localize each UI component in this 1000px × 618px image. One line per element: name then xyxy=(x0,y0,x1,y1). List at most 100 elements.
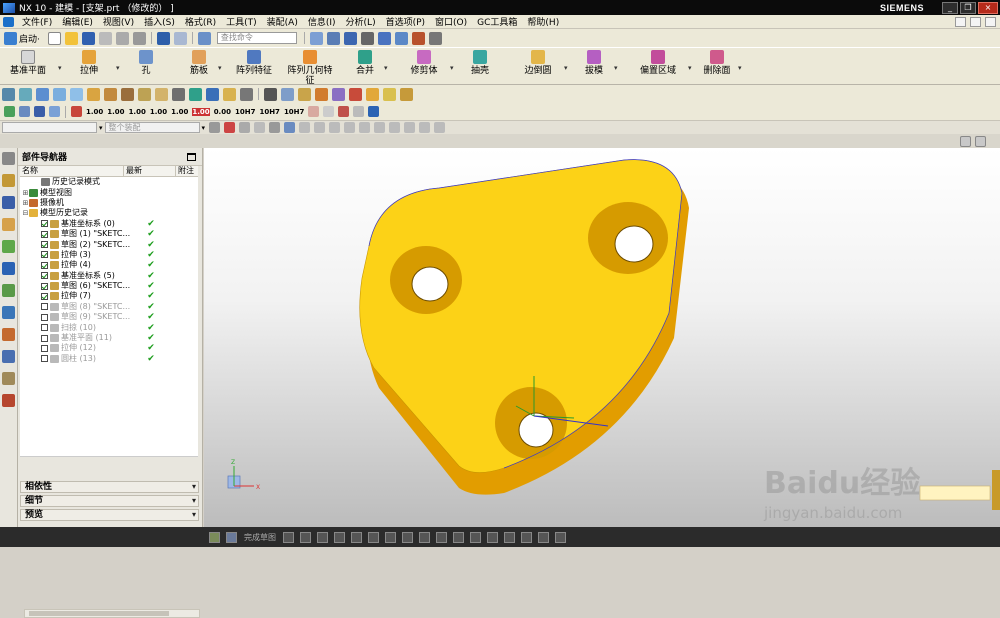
section-preview[interactable]: 预览 ▾ xyxy=(20,509,199,521)
cylinder-icon[interactable] xyxy=(53,87,66,101)
column-name[interactable]: 名称 xyxy=(20,166,124,176)
sketch-icon[interactable] xyxy=(209,531,220,543)
snap-on-face-icon[interactable] xyxy=(419,122,431,133)
finish-sketch-icon[interactable] xyxy=(226,531,237,543)
tree-node[interactable]: 草图 (9) "SKETC... ✔ xyxy=(20,312,198,322)
dim-precision-3[interactable]: 1.00 xyxy=(129,108,146,116)
section-details[interactable]: 细节 ▾ xyxy=(20,495,199,507)
extend-icon[interactable] xyxy=(470,531,481,543)
new-file-icon[interactable] xyxy=(47,31,61,45)
make-coplanar-icon[interactable] xyxy=(349,87,362,101)
visibility-checkbox[interactable] xyxy=(41,324,48,332)
face-color-icon[interactable] xyxy=(383,87,396,101)
tree-node[interactable]: ⊞ 模型视图 xyxy=(20,187,198,197)
command-search-input[interactable]: 查找命令 xyxy=(216,32,297,44)
tree-node[interactable]: 历史记录模式 xyxy=(20,177,198,187)
shell-button[interactable]: 抽壳 xyxy=(466,50,494,76)
geometric-constraint-icon[interactable] xyxy=(538,531,549,543)
layer-icon[interactable] xyxy=(377,31,391,45)
snap-intersection-icon[interactable] xyxy=(344,122,356,133)
save-icon[interactable] xyxy=(81,31,95,45)
offset-curve-icon[interactable] xyxy=(436,531,447,543)
visibility-checkbox[interactable] xyxy=(41,303,48,311)
section-icon[interactable] xyxy=(49,106,60,117)
visibility-checkbox[interactable] xyxy=(41,344,48,352)
draft-button[interactable]: 拔模 xyxy=(582,50,606,76)
visibility-checkbox[interactable] xyxy=(41,220,48,228)
feature-control-icon[interactable] xyxy=(308,106,320,117)
datum-axis-icon[interactable] xyxy=(19,87,32,101)
measure-icon[interactable] xyxy=(206,87,219,101)
datum-plane-button[interactable]: 基准平面 xyxy=(8,50,48,76)
visibility-checkbox[interactable] xyxy=(41,334,48,342)
menu-tools[interactable]: 工具(T) xyxy=(221,15,262,28)
menu-view[interactable]: 视图(V) xyxy=(98,15,139,28)
tube-icon[interactable] xyxy=(121,87,134,101)
tree-node[interactable]: 草图 (6) "SKETC... ✔ xyxy=(20,281,198,291)
snap-end-icon[interactable] xyxy=(299,122,311,133)
extrude-dropdown-icon[interactable]: ▾ xyxy=(116,64,120,72)
dim-tolerance-1[interactable]: 10H7 xyxy=(235,108,255,116)
dim-precision-6[interactable]: 1.00 xyxy=(192,107,210,116)
dim-precision-4[interactable]: 1.00 xyxy=(150,108,167,116)
shading-icon[interactable] xyxy=(400,87,413,101)
visibility-checkbox[interactable] xyxy=(41,272,48,280)
doc-close-icon[interactable] xyxy=(985,16,996,27)
pmi-icon[interactable] xyxy=(71,106,82,117)
selection-scope-dropdown[interactable]: 整个装配 xyxy=(104,122,200,133)
snap-quadrant-icon[interactable] xyxy=(374,122,386,133)
type-filter-chevron-icon[interactable]: ▾ xyxy=(99,124,103,132)
app-menu-icon[interactable] xyxy=(3,16,14,27)
doc-minimize-icon[interactable] xyxy=(955,16,966,27)
unite-dropdown-icon[interactable]: ▾ xyxy=(384,64,388,72)
delete-face-button[interactable]: 删除面 xyxy=(700,50,734,76)
select-all-icon[interactable] xyxy=(254,122,266,133)
snap-existing-icon[interactable] xyxy=(389,122,401,133)
visibility-checkbox[interactable] xyxy=(41,313,48,321)
sweep-icon[interactable] xyxy=(104,87,117,101)
menu-help[interactable]: 帮助(H) xyxy=(522,15,564,28)
scrollbar-thumb[interactable] xyxy=(29,611,169,616)
part-3d-view[interactable]: X Z Baidu经验 jingyan.baidu.com xyxy=(204,148,1000,527)
snap-on-curve-icon[interactable] xyxy=(404,122,416,133)
menu-window[interactable]: 窗口(O) xyxy=(430,15,472,28)
tree-node[interactable]: 草图 (1) "SKETC... ✔ xyxy=(20,229,198,239)
menu-format[interactable]: 格式(R) xyxy=(180,15,221,28)
offset-dropdown-icon[interactable]: ▾ xyxy=(688,64,692,72)
paste-icon[interactable] xyxy=(132,31,146,45)
pattern-feature-button[interactable]: 阵列特征 xyxy=(232,50,276,76)
snap-control-icon[interactable] xyxy=(329,122,341,133)
visibility-checkbox[interactable] xyxy=(41,261,48,269)
copy-icon[interactable] xyxy=(115,31,129,45)
tree-node[interactable]: 拉伸 (3) ✔ xyxy=(20,250,198,260)
datum-feature-icon[interactable] xyxy=(338,106,350,117)
dim-precision-7[interactable]: 0.00 xyxy=(214,108,231,116)
boss-icon[interactable] xyxy=(138,87,151,101)
right-tab-icon[interactable] xyxy=(992,470,1000,510)
corner-icon[interactable] xyxy=(487,531,498,543)
quick-pick-icon[interactable] xyxy=(239,122,251,133)
point-icon[interactable] xyxy=(2,87,15,101)
cut-icon[interactable] xyxy=(98,31,112,45)
visibility-checkbox[interactable] xyxy=(41,230,48,238)
history-icon[interactable] xyxy=(2,306,15,319)
dim-tolerance-2[interactable]: 10H7 xyxy=(259,108,279,116)
snap-mid-icon[interactable] xyxy=(314,122,326,133)
dim-precision-5[interactable]: 1.00 xyxy=(171,108,188,116)
tree-node[interactable]: ⊟ 模型历史记录 xyxy=(20,208,198,218)
pattern-face-icon[interactable] xyxy=(332,87,345,101)
fit-view-icon[interactable] xyxy=(309,31,323,45)
tree-node[interactable]: 圆柱 (13) ✔ xyxy=(20,354,198,364)
system-materials-icon[interactable] xyxy=(2,328,15,341)
resize-blend-icon[interactable] xyxy=(298,87,311,101)
diameter-icon[interactable] xyxy=(353,106,365,117)
pocket-icon[interactable] xyxy=(155,87,168,101)
type-filter-dropdown[interactable] xyxy=(2,122,97,133)
replace-face-icon[interactable] xyxy=(281,87,294,101)
window-toggle-icon[interactable] xyxy=(197,31,211,45)
snap-center-icon[interactable] xyxy=(359,122,371,133)
menu-gc-toolbox[interactable]: GC工具箱 xyxy=(472,15,522,28)
rotate-view-icon[interactable] xyxy=(326,31,340,45)
arc-icon[interactable] xyxy=(317,531,328,543)
hd3d-tools-icon[interactable] xyxy=(2,262,15,275)
